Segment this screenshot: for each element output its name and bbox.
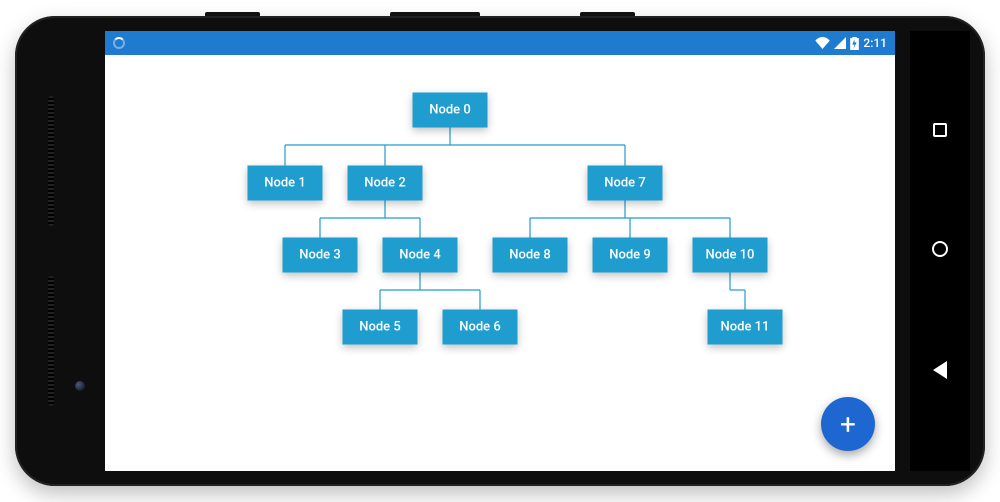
tree-node[interactable]: Node 4	[383, 238, 458, 273]
tree-node[interactable]: Node 2	[348, 166, 423, 201]
plus-icon: +	[840, 408, 856, 441]
tree-node[interactable]: Node 10	[693, 238, 768, 273]
tree-node-label: Node 9	[609, 248, 651, 263]
tree-node-label: Node 2	[364, 176, 406, 191]
tree-node[interactable]: Node 5	[343, 310, 418, 345]
tree-node-label: Node 4	[399, 248, 441, 263]
home-button[interactable]	[932, 241, 948, 257]
tree-node[interactable]: Node 0	[413, 93, 488, 128]
android-nav-bar	[910, 31, 970, 471]
tree-node[interactable]: Node 1	[248, 166, 323, 201]
tree-canvas[interactable]: Node 0 Node 1 Node 2 Node 7 Node 3 Node 4 Node…	[105, 55, 895, 471]
back-button[interactable]	[933, 361, 947, 379]
tree-node[interactable]: Node 3	[283, 238, 358, 273]
front-camera	[75, 381, 85, 391]
tree-node-label: Node 7	[604, 176, 646, 191]
tree-node-label: Node 3	[299, 248, 341, 263]
tree-node-label: Node 5	[359, 320, 401, 335]
recent-apps-button[interactable]	[933, 123, 947, 137]
tree-node-label: Node 10	[706, 248, 755, 263]
tree-node[interactable]: Node 9	[593, 238, 668, 273]
tree-node[interactable]: Node 11	[708, 310, 783, 345]
loading-spinner-icon	[113, 37, 125, 49]
screen: 2:11 Node 0Node 1Node 2Node 7Node 3Node …	[105, 31, 895, 471]
status-bar: 2:11	[105, 31, 895, 55]
tree-node-label: Node 1	[264, 176, 306, 191]
clock: 2:11	[863, 36, 887, 50]
tree-node[interactable]: Node 8	[493, 238, 568, 273]
tree-node-label: Node 8	[509, 248, 551, 263]
battery-charging-icon	[850, 37, 859, 50]
tree-node-label: Node 11	[721, 320, 770, 335]
signal-icon	[834, 37, 846, 49]
device-frame: 2:11 Node 0Node 1Node 2Node 7Node 3Node …	[15, 16, 985, 486]
add-node-fab[interactable]: +	[821, 397, 875, 451]
tree-node[interactable]: Node 6	[443, 310, 518, 345]
tree-node-label: Node 0	[429, 103, 471, 118]
tree-node-label: Node 6	[459, 320, 501, 335]
wifi-icon	[815, 37, 830, 49]
tree-node[interactable]: Node 7	[588, 166, 663, 201]
